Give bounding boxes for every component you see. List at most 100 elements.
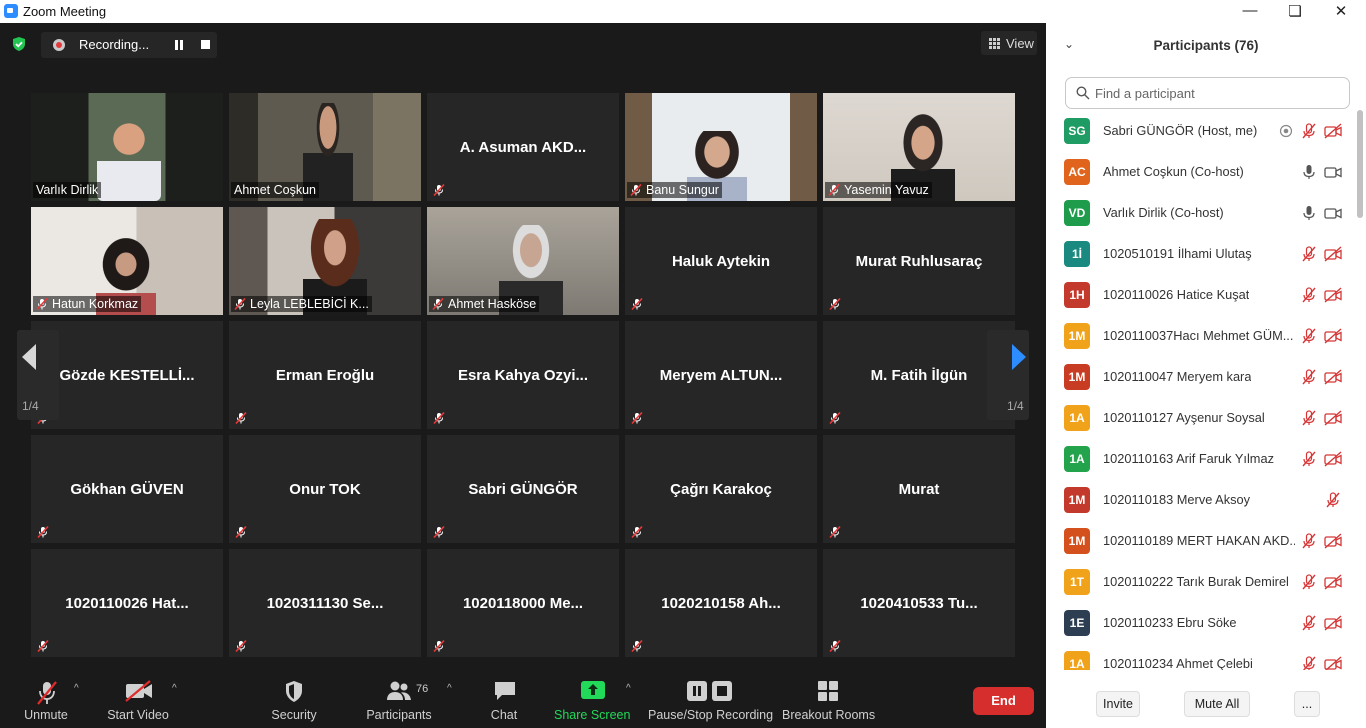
more-options-button[interactable]: ... [1294, 691, 1320, 717]
security-button[interactable]: Security [266, 663, 322, 728]
participants-button[interactable]: Participants [364, 663, 434, 728]
audio-options-caret-icon[interactable]: ^ [74, 683, 79, 694]
tile-display-name: Çağrı Karakoç [670, 481, 772, 498]
mute-all-button[interactable]: Mute All [1184, 691, 1250, 717]
participant-row[interactable]: 1İ 1020510191 İlhami Ulutaş [1046, 233, 1356, 274]
minimize-icon[interactable]: — [1235, 2, 1265, 19]
muted-microphone-icon[interactable] [1301, 410, 1317, 426]
end-meeting-button[interactable]: End [973, 687, 1034, 715]
participant-row[interactable]: AC Ahmet Coşkun (Co-host) [1046, 151, 1356, 192]
unmute-button[interactable]: Unmute [15, 663, 77, 728]
participant-row[interactable]: 1E 1020110233 Ebru Söke [1046, 602, 1356, 643]
participant-video-tile[interactable]: Sabri GÜNGÖR [427, 435, 619, 543]
participant-video-tile[interactable]: 1020110026 Hat... [31, 549, 223, 657]
muted-microphone-icon [37, 639, 49, 653]
participant-name: 1020110234 Ahmet Çelebi [1103, 656, 1253, 670]
muted-microphone-icon[interactable] [1301, 533, 1317, 549]
pause-recording-icon[interactable] [174, 40, 184, 50]
breakout-rooms-button[interactable]: Breakout Rooms [782, 663, 875, 728]
muted-microphone-icon[interactable] [1301, 246, 1317, 262]
video-off-icon[interactable] [1324, 533, 1342, 549]
participant-video-tile[interactable]: Ahmet Coşkun [229, 93, 421, 201]
video-camera-icon[interactable] [1324, 205, 1342, 221]
participant-video-tile[interactable]: A. Asuman AKD... [427, 93, 619, 201]
participant-row[interactable]: VD Varlık Dirlik (Co-host) [1046, 192, 1356, 233]
muted-microphone-icon[interactable] [1301, 369, 1317, 385]
participant-video-tile[interactable]: Gökhan GÜVEN [31, 435, 223, 543]
participant-row[interactable]: 1A 1020110163 Arif Faruk Yılmaz [1046, 438, 1356, 479]
participant-video-tile[interactable]: Onur TOK [229, 435, 421, 543]
participants-count: 76 [416, 683, 429, 695]
invite-button[interactable]: Invite [1096, 691, 1140, 717]
participant-video-tile[interactable]: Murat Ruhlusaraç [823, 207, 1015, 315]
view-button[interactable]: View [981, 31, 1037, 55]
pause-stop-recording-button[interactable]: Pause/Stop Recording [648, 663, 773, 728]
stop-recording-icon[interactable] [201, 40, 210, 49]
video-options-caret-icon[interactable]: ^ [172, 683, 177, 694]
participant-video-tile[interactable]: Murat [823, 435, 1015, 543]
video-off-icon[interactable] [1324, 574, 1342, 590]
share-options-caret-icon[interactable]: ^ [626, 683, 631, 694]
muted-microphone-icon[interactable] [1325, 492, 1341, 508]
participant-video-tile[interactable]: 1020410533 Tu... [823, 549, 1015, 657]
microphone-icon[interactable] [1301, 164, 1317, 180]
scrollbar-thumb[interactable] [1357, 110, 1363, 218]
muted-microphone-icon[interactable] [1301, 656, 1317, 670]
participant-video-tile[interactable]: Varlık Dirlik [31, 93, 223, 201]
participant-video-tile[interactable]: Yasemin Yavuz [823, 93, 1015, 201]
participant-video-tile[interactable]: Leyla LEBLEBİCİ K... [229, 207, 421, 315]
encryption-shield-icon[interactable] [11, 36, 27, 52]
participant-search [1065, 77, 1350, 109]
participant-video-tile[interactable]: Çağrı Karakoç [625, 435, 817, 543]
video-off-icon[interactable] [1324, 615, 1342, 631]
participant-row[interactable]: 1A 1020110127 Ayşenur Soysal [1046, 397, 1356, 438]
participant-video-tile[interactable]: Meryem ALTUN... [625, 321, 817, 429]
tile-caption: Ahmet Hasköse [429, 296, 540, 312]
participant-row[interactable]: 1M 1020110047 Meryem kara [1046, 356, 1356, 397]
participants-options-caret-icon[interactable]: ^ [447, 683, 452, 694]
video-off-icon[interactable] [1324, 328, 1342, 344]
participant-row[interactable]: 1A 1020110234 Ahmet Çelebi [1046, 643, 1356, 670]
participant-row[interactable]: 1M 1020110183 Merve Aksoy [1046, 479, 1356, 520]
muted-microphone-icon[interactable] [1301, 328, 1317, 344]
microphone-icon[interactable] [1301, 205, 1317, 221]
participant-video-tile[interactable]: Haluk Aytekin [625, 207, 817, 315]
tile-display-name: Gökhan GÜVEN [70, 481, 184, 498]
participant-list-scrollbar[interactable] [1356, 110, 1364, 670]
participant-search-input[interactable] [1093, 82, 1347, 104]
video-off-icon[interactable] [1324, 287, 1342, 303]
participant-video-tile[interactable]: Erman Eroğlu [229, 321, 421, 429]
muted-microphone-icon[interactable] [1301, 615, 1317, 631]
tile-display-name: Sabri GÜNGÖR [468, 481, 578, 498]
participant-video-tile[interactable]: 1020311130 Se... [229, 549, 421, 657]
participant-row[interactable]: SG Sabri GÜNGÖR (Host, me) [1046, 110, 1356, 151]
start-video-button[interactable]: Start Video [104, 663, 172, 728]
video-camera-icon[interactable] [1324, 164, 1342, 180]
video-off-icon[interactable] [1324, 246, 1342, 262]
participant-video-tile[interactable]: Hatun Korkmaz [31, 207, 223, 315]
close-icon[interactable]: ✕ [1326, 2, 1356, 20]
participant-video-tile[interactable]: Banu Sungur [625, 93, 817, 201]
muted-microphone-icon[interactable] [1301, 451, 1317, 467]
video-off-icon[interactable] [1324, 369, 1342, 385]
participant-video-tile[interactable]: 1020118000 Me... [427, 549, 619, 657]
restore-icon[interactable]: ❏ [1280, 2, 1310, 20]
muted-microphone-icon[interactable] [1301, 574, 1317, 590]
participant-row[interactable]: 1M 1020110189 MERT HAKAN AKD... [1046, 520, 1356, 561]
participant-video-tile[interactable]: 1020210158 Ah... [625, 549, 817, 657]
muted-microphone-icon[interactable] [1301, 287, 1317, 303]
video-off-icon[interactable] [1324, 410, 1342, 426]
participant-row[interactable]: 1T 1020110222 Tarık Burak Demirel [1046, 561, 1356, 602]
participant-video-tile[interactable]: Esra Kahya Ozyi... [427, 321, 619, 429]
participant-row[interactable]: 1M 1020110037Hacı Mehmet GÜM... [1046, 315, 1356, 356]
muted-microphone-icon [36, 297, 48, 311]
video-off-icon[interactable] [1324, 123, 1342, 139]
participant-video-tile[interactable]: Ahmet Hasköse [427, 207, 619, 315]
chat-button[interactable]: Chat [483, 663, 525, 728]
video-off-icon[interactable] [1324, 656, 1342, 670]
video-off-icon[interactable] [1324, 451, 1342, 467]
participant-row[interactable]: 1H 1020110026 Hatice Kuşat [1046, 274, 1356, 315]
muted-microphone-icon[interactable] [1301, 123, 1317, 139]
share-screen-button[interactable]: Share Screen [554, 663, 630, 728]
participant-video-tile[interactable]: Gözde KESTELLİ... [31, 321, 223, 429]
